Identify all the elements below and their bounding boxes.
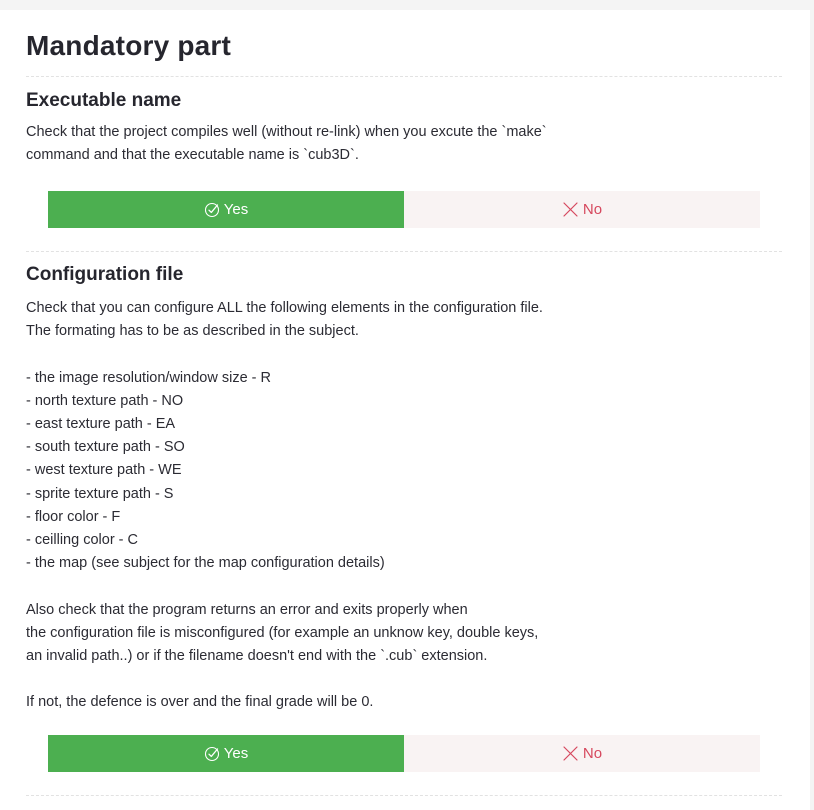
check-circle-icon: [204, 746, 219, 761]
description-line: - south texture path - SO: [26, 439, 185, 456]
cross-icon: [563, 202, 578, 217]
no-label: No: [582, 201, 603, 218]
description-line: - east texture path - EA: [26, 416, 176, 432]
description-line: - sprite texture path - S: [26, 485, 174, 502]
section-title: Mandatory part: [26, 30, 232, 61]
description-line: - west texture path - WE: [26, 462, 182, 479]
description-line: - floor color - F: [26, 508, 121, 525]
description-line: Also check that the program returns an e…: [26, 601, 468, 618]
question-divider: [26, 251, 782, 252]
question-title-configuration-file: Configuration file: [26, 264, 184, 285]
description-line: - the map (see subject for the map confi…: [26, 555, 385, 572]
description-line: [26, 668, 766, 691]
cross-icon: [563, 746, 578, 761]
description-line: [26, 575, 766, 598]
yes-button[interactable]: Yes: [48, 191, 404, 228]
description-line: - north texture path - NO: [26, 392, 184, 409]
yes-label: Yes: [223, 745, 249, 762]
description-line: Check that you can configure ALL the fol…: [26, 300, 543, 316]
description-line: an invalid path..) or if the filename do…: [26, 648, 488, 665]
question-description: Check that the project compiles well (wi…: [26, 121, 766, 167]
description-line: the configuration file is misconfigured …: [26, 624, 539, 641]
answer-choice-configuration-file: Yes No: [48, 735, 760, 772]
description-line: If not, the defence is over and the fina…: [26, 694, 374, 711]
description-line: Check that the project compiles well (wi…: [26, 124, 547, 140]
description-line: - ceilling color - C: [26, 532, 138, 549]
no-label: No: [582, 745, 603, 762]
description-line: - the image resolution/window size - R: [26, 369, 271, 386]
yes-button[interactable]: Yes: [48, 735, 404, 772]
description-line: [26, 343, 766, 366]
no-button[interactable]: No: [404, 191, 760, 228]
description-line: command and that the executable name is …: [26, 147, 359, 164]
question-title-executable-name: Executable name: [26, 90, 182, 111]
question-description: Check that you can configure ALL the fol…: [26, 297, 766, 715]
yes-label: Yes: [223, 201, 249, 218]
description-line: The formating has to be as described in …: [26, 323, 359, 340]
answer-choice-executable-name: Yes No: [48, 191, 760, 228]
section-divider: [26, 76, 782, 77]
question-divider: [26, 795, 782, 796]
scale-card: Mandatory part Executable name Check tha…: [0, 10, 810, 810]
no-button[interactable]: No: [404, 735, 760, 772]
check-circle-icon: [204, 202, 219, 217]
